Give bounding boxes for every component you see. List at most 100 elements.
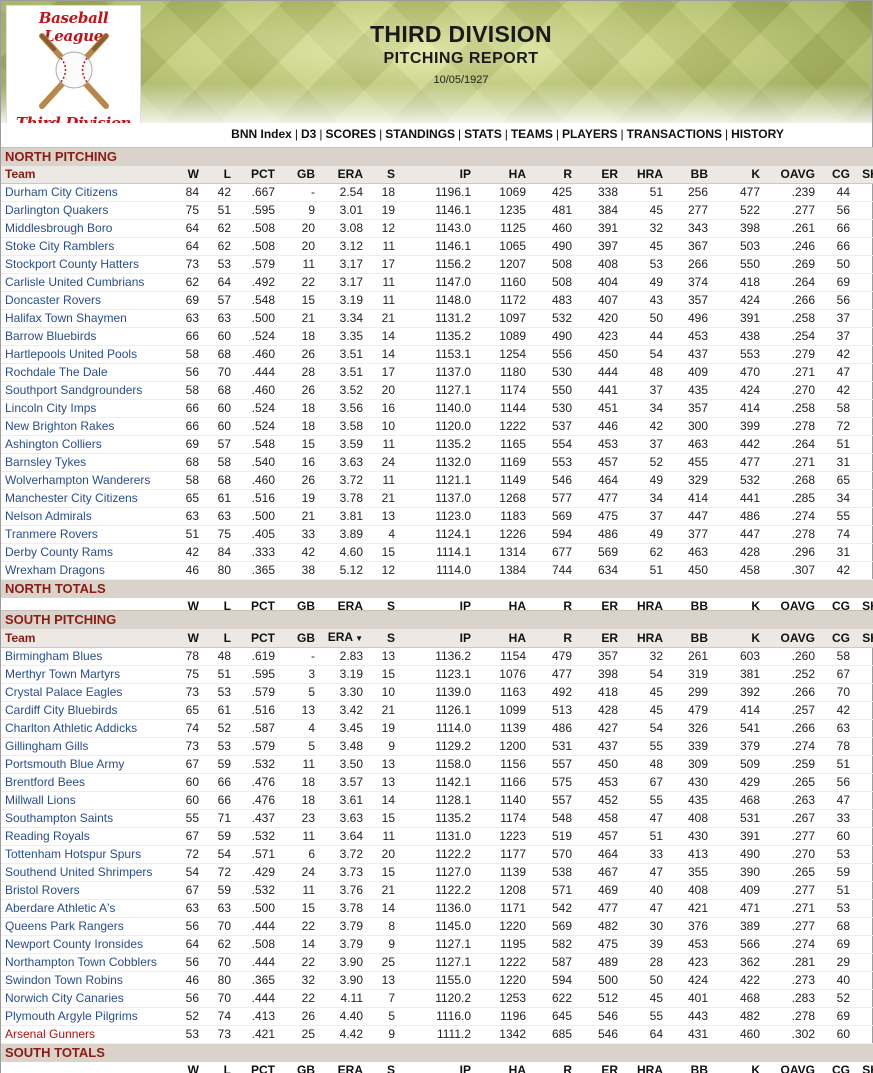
column-header-pct[interactable]: PCT [235, 166, 279, 184]
team-link[interactable]: Charlton Athletic Addicks [1, 719, 169, 738]
column-header-bb[interactable]: BB [667, 629, 712, 648]
table-row: Queens Park Rangers 56 70.444 22 3.79 8 1145.0… [1, 917, 873, 936]
team-link[interactable]: Hartlepools United Pools [1, 345, 169, 364]
column-header-w[interactable]: W [169, 166, 203, 184]
team-link[interactable]: Bristol Rovers [1, 881, 169, 900]
column-header-w[interactable]: W [169, 629, 203, 648]
nav-link-d3[interactable]: D3 [301, 127, 316, 141]
team-link[interactable]: Wolverhampton Wanderers [1, 471, 169, 490]
team-link[interactable]: Halifax Town Shaymen [1, 309, 169, 328]
column-header-pct[interactable]: PCT [235, 629, 279, 648]
team-link[interactable]: Barnsley Tykes [1, 453, 169, 472]
team-link[interactable]: Southampton Saints [1, 809, 169, 828]
nav-link-teams[interactable]: TEAMS [511, 127, 553, 141]
team-link[interactable]: Aberdare Athletic A's [1, 899, 169, 918]
column-header-s[interactable]: S [367, 166, 399, 184]
column-header-era[interactable]: ERA [319, 166, 367, 184]
team-link[interactable]: Durham City Citizens [1, 183, 169, 202]
column-header-l[interactable]: L [203, 166, 235, 184]
team-link[interactable]: Lincoln City Imps [1, 399, 169, 418]
column-header-l[interactable]: L [203, 629, 235, 648]
column-header-ip[interactable]: IP [399, 166, 475, 184]
column-header-bb[interactable]: BB [667, 166, 712, 184]
stat-w: 66 [169, 327, 203, 346]
column-header-k[interactable]: K [712, 629, 764, 648]
team-link[interactable]: Derby County Rams [1, 543, 169, 562]
column-header-gb[interactable]: GB [279, 166, 319, 184]
team-link[interactable]: Stoke City Ramblers [1, 237, 169, 256]
column-header-oavg[interactable]: OAVG [764, 629, 819, 648]
team-link[interactable]: Rochdale The Dale [1, 363, 169, 382]
column-header-cg[interactable]: CG [819, 629, 854, 648]
column-header-s[interactable]: S [367, 629, 399, 648]
team-link[interactable]: Stockport County Hatters [1, 255, 169, 274]
column-header-ha[interactable]: HA [475, 629, 530, 648]
column-header-er[interactable]: ER [576, 629, 622, 648]
stat-oavg: .266 [764, 683, 819, 702]
team-link[interactable]: Darlington Quakers [1, 201, 169, 220]
team-link[interactable]: Portsmouth Blue Army [1, 755, 169, 774]
column-header-er[interactable]: ER [576, 166, 622, 184]
column-header-r[interactable]: R [530, 629, 576, 648]
column-header-ha[interactable]: HA [475, 166, 530, 184]
column-header-k[interactable]: K [712, 166, 764, 184]
team-link[interactable]: Southend United Shrimpers [1, 863, 169, 882]
stat-ip: 1143.0 [399, 219, 475, 238]
nav-link-bnn-index[interactable]: BNN Index [231, 127, 292, 141]
team-link[interactable]: Reading Royals [1, 827, 169, 846]
column-header-hra[interactable]: HRA [622, 629, 667, 648]
stat-s: 11 [367, 827, 399, 846]
team-link[interactable]: Nelson Admirals [1, 507, 169, 526]
column-header-sho[interactable]: SHO [854, 166, 873, 184]
team-link[interactable]: Plymouth Argyle Pilgrims [1, 1007, 169, 1026]
column-header-gb[interactable]: GB [279, 629, 319, 648]
team-link[interactable]: Doncaster Rovers [1, 291, 169, 310]
stat-er: 477 [576, 489, 622, 508]
column-header-r[interactable]: R [530, 166, 576, 184]
team-link[interactable]: Manchester City Citizens [1, 489, 169, 508]
column-header-hra[interactable]: HRA [622, 166, 667, 184]
league-logo[interactable]: Baseball League Third Division [6, 5, 141, 123]
team-link[interactable]: Wrexham Dragons [1, 561, 169, 580]
column-header-ip[interactable]: IP [399, 629, 475, 648]
team-link[interactable]: Arsenal Gunners [1, 1025, 169, 1044]
team-link[interactable]: Tottenham Hotspur Spurs [1, 845, 169, 864]
column-header-team[interactable]: Team [1, 166, 169, 184]
team-link[interactable]: Gillingham Gills [1, 737, 169, 756]
team-link[interactable]: Swindon Town Robins [1, 971, 169, 990]
team-link[interactable]: Tranmere Rovers [1, 525, 169, 544]
column-header-sho[interactable]: SHO [854, 629, 873, 648]
nav-link-stats[interactable]: STATS [464, 127, 502, 141]
team-link[interactable]: Merthyr Town Martyrs [1, 665, 169, 684]
nav-link-players[interactable]: PLAYERS [562, 127, 618, 141]
team-link[interactable]: Norwich City Canaries [1, 989, 169, 1008]
team-link[interactable]: Northampton Town Cobblers [1, 953, 169, 972]
team-link[interactable]: Carlisle United Cumbrians [1, 273, 169, 292]
nav-link-standings[interactable]: STANDINGS [385, 127, 455, 141]
column-header-cg[interactable]: CG [819, 166, 854, 184]
team-link[interactable]: Cardiff City Bluebirds [1, 701, 169, 720]
column-header-team[interactable]: Team [1, 629, 169, 648]
table-row: Newport County Ironsides 64 62.508 14 3.79 9 1… [1, 935, 873, 954]
stat-ip: 1121.1 [399, 471, 475, 490]
nav-link-scores[interactable]: SCORES [325, 127, 376, 141]
team-link[interactable]: Millwall Lions [1, 791, 169, 810]
team-link[interactable]: Middlesbrough Boro [1, 219, 169, 238]
team-link[interactable]: Crystal Palace Eagles [1, 683, 169, 702]
team-link[interactable]: Queens Park Rangers [1, 917, 169, 936]
team-link[interactable]: Ashington Colliers [1, 435, 169, 454]
column-header-oavg[interactable]: OAVG [764, 166, 819, 184]
stat-gb: 19 [279, 489, 319, 508]
stat-cg: 42 [819, 701, 854, 720]
team-link[interactable]: Brentford Bees [1, 773, 169, 792]
stat-k: 447 [712, 525, 764, 544]
team-link[interactable]: New Brighton Rakes [1, 417, 169, 436]
stat-hra: 42 [622, 417, 667, 436]
nav-link-transactions[interactable]: TRANSACTIONS [627, 127, 722, 141]
team-link[interactable]: Newport County Ironsides [1, 935, 169, 954]
team-link[interactable]: Birmingham Blues [1, 647, 169, 666]
nav-link-history[interactable]: HISTORY [731, 127, 784, 141]
team-link[interactable]: Southport Sandgrounders [1, 381, 169, 400]
column-header-era[interactable]: ERA ▼ [319, 629, 367, 648]
team-link[interactable]: Barrow Bluebirds [1, 327, 169, 346]
